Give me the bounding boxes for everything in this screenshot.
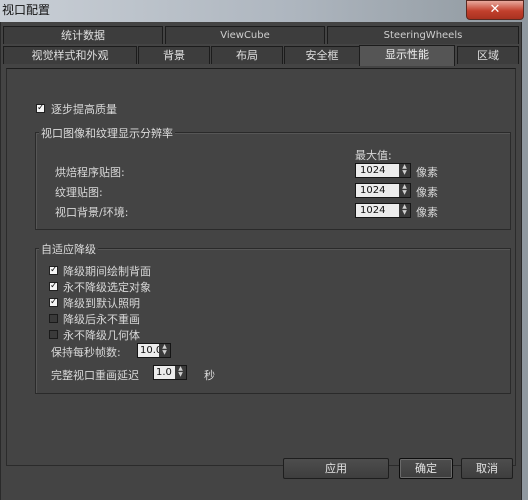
viewport-background-label: 视口背景/环境: (55, 206, 129, 219)
never-degrade-geometry-label: 永不降级几何体 (63, 329, 140, 342)
viewport-config-dialog: 统计数据 ViewCube SteeringWheels 视觉样式和外观 背景 … (0, 22, 522, 500)
spinner-arrows-icon[interactable]: ▲ ▼ (175, 366, 186, 379)
procedural-maps-value[interactable]: 1024 (356, 164, 399, 177)
texture-maps-unit: 像素 (416, 186, 438, 199)
redraw-delay-label: 完整视口重画延迟 (51, 369, 139, 382)
close-icon: ✕ (489, 2, 501, 17)
tab-regions[interactable]: 区域 (457, 46, 519, 64)
title-bar: 视口配置 ✕ (0, 0, 528, 22)
window-title: 视口配置 (2, 3, 51, 17)
never-degrade-geometry-checkbox[interactable] (49, 330, 58, 339)
never-redraw-checkbox[interactable] (49, 314, 58, 323)
procedural-maps-unit: 像素 (416, 166, 438, 179)
draw-backfaces-checkbox[interactable]: ✓ (49, 266, 58, 275)
tab-visual-style[interactable]: 视觉样式和外观 (3, 46, 137, 64)
tab-statistics[interactable]: 统计数据 (3, 26, 163, 44)
adaptive-group-title: 自适应降级 (39, 241, 98, 257)
ok-button[interactable]: 确定 (399, 458, 453, 479)
resolution-group-title: 视口图像和纹理显示分辨率 (39, 125, 175, 141)
viewport-background-spinner[interactable]: 1024 ▲ ▼ (355, 203, 411, 218)
redraw-delay-spinner[interactable]: 1.0 ▲ ▼ (153, 365, 187, 380)
tab-viewcube[interactable]: ViewCube (165, 26, 325, 44)
tab-steeringwheels[interactable]: SteeringWheels (327, 26, 519, 44)
default-lighting-label: 降级到默认照明 (63, 297, 140, 310)
never-redraw-label: 降级后永不重画 (63, 313, 140, 326)
apply-button[interactable]: 应用 (283, 458, 389, 479)
spinner-arrows-icon[interactable]: ▲ ▼ (399, 164, 410, 177)
progressive-checkbox[interactable]: ✓ (36, 104, 45, 113)
tab-display-performance[interactable]: 显示性能 (359, 45, 455, 66)
tab-safe-frame[interactable]: 安全框 (284, 46, 360, 64)
cancel-button[interactable]: 取消 (461, 458, 513, 479)
procedural-maps-spinner[interactable]: 1024 ▲ ▼ (355, 163, 411, 178)
spinner-arrows-icon[interactable]: ▲ ▼ (399, 184, 410, 197)
viewport-background-unit: 像素 (416, 206, 438, 219)
default-lighting-checkbox[interactable]: ✓ (49, 298, 58, 307)
fps-label: 保持每秒帧数: (51, 346, 121, 359)
max-value-label: 最大值: (355, 149, 392, 162)
fps-value[interactable]: 10.0 (138, 344, 162, 357)
texture-maps-spinner[interactable]: 1024 ▲ ▼ (355, 183, 411, 198)
texture-maps-value[interactable]: 1024 (356, 184, 399, 197)
tab-background[interactable]: 背景 (138, 46, 210, 64)
draw-backfaces-label: 降级期间绘制背面 (63, 265, 151, 278)
never-degrade-selected-checkbox[interactable]: ✓ (49, 282, 58, 291)
spinner-arrows-icon[interactable]: ▲ ▼ (159, 344, 170, 357)
redraw-delay-unit: 秒 (204, 369, 215, 382)
close-button[interactable]: ✕ (466, 0, 524, 20)
texture-maps-label: 纹理贴图: (55, 186, 103, 199)
progressive-label: 逐步提高质量 (51, 103, 117, 116)
tab-layout[interactable]: 布局 (211, 46, 283, 64)
procedural-maps-label: 烘焙程序贴图: (55, 166, 125, 179)
fps-spinner[interactable]: 10.0 ▲ ▼ (137, 343, 171, 358)
redraw-delay-value[interactable]: 1.0 (154, 366, 176, 379)
viewport-background-value[interactable]: 1024 (356, 204, 399, 217)
spinner-arrows-icon[interactable]: ▲ ▼ (399, 204, 410, 217)
never-degrade-selected-label: 永不降级选定对象 (63, 281, 151, 294)
